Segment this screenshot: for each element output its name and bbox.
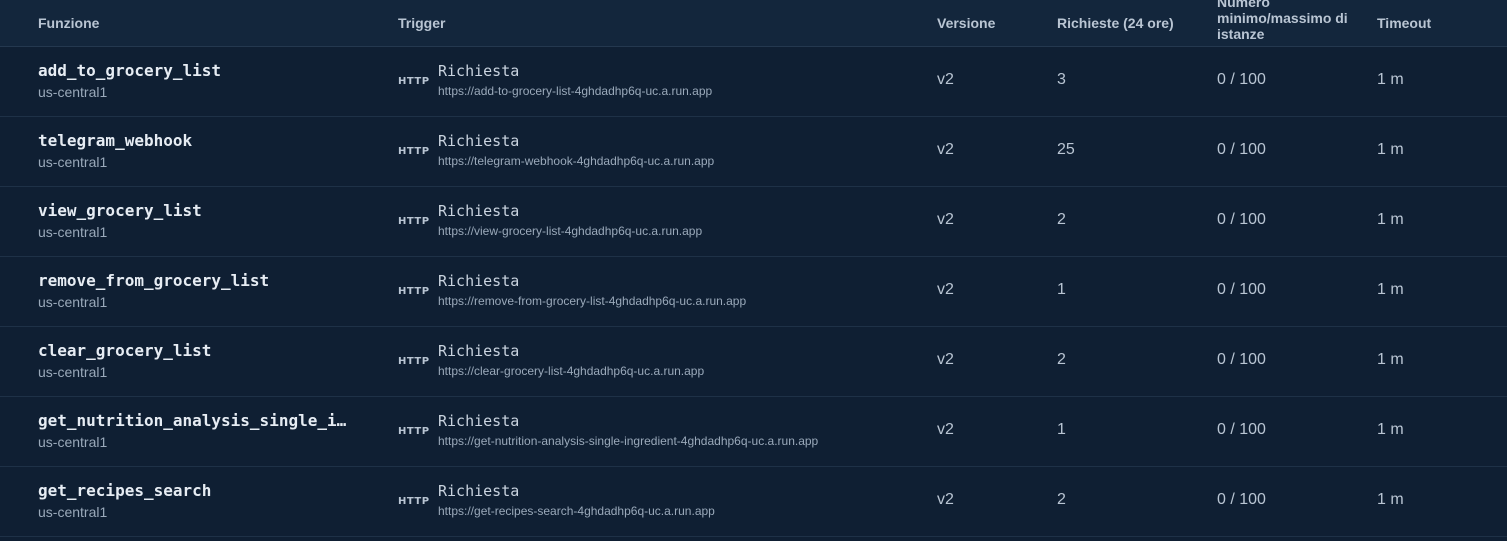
function-region: us-central1: [38, 434, 108, 450]
column-header-versione[interactable]: Versione: [937, 0, 995, 46]
column-header-richieste[interactable]: Richieste (24 ore): [1057, 0, 1174, 46]
trigger-url-link[interactable]: https://view-grocery-list-4ghdadhp6q-uc.…: [438, 224, 702, 238]
function-region: us-central1: [38, 294, 108, 310]
function-name-link[interactable]: add_to_grocery_list: [38, 61, 368, 80]
trigger-url-link[interactable]: https://remove-from-grocery-list-4ghdadh…: [438, 294, 746, 308]
trigger-url-link[interactable]: https://clear-grocery-list-4ghdadhp6q-uc…: [438, 364, 704, 378]
timeout-value: 1 m: [1377, 281, 1404, 298]
trigger-type: Richiesta: [438, 272, 520, 290]
http-badge-icon: HTTP: [398, 356, 430, 367]
http-badge-icon: HTTP: [398, 216, 430, 227]
timeout-value: 1 m: [1377, 421, 1404, 438]
timeout-value: 1 m: [1377, 71, 1404, 88]
instances-value: 0 / 100: [1217, 421, 1266, 438]
requests-value: 25: [1057, 141, 1075, 158]
function-region: us-central1: [38, 504, 108, 520]
function-name-link[interactable]: clear_grocery_list: [38, 341, 368, 360]
table-row[interactable]: add_to_grocery_list us-central1 HTTP Ric…: [0, 47, 1507, 117]
table-row[interactable]: clear_grocery_list us-central1 HTTP Rich…: [0, 327, 1507, 397]
table-row[interactable]: telegram_webhook us-central1 HTTP Richie…: [0, 117, 1507, 187]
table-row[interactable]: view_grocery_list us-central1 HTTP Richi…: [0, 187, 1507, 257]
trigger-url-link[interactable]: https://telegram-webhook-4ghdadhp6q-uc.a…: [438, 154, 714, 168]
version-value: v2: [937, 351, 954, 368]
http-badge-icon: HTTP: [398, 76, 430, 87]
requests-value: 2: [1057, 351, 1066, 368]
instances-value: 0 / 100: [1217, 351, 1266, 368]
table-row[interactable]: get_nutrition_analysis_single_i… us-cent…: [0, 397, 1507, 467]
function-name-link[interactable]: get_nutrition_analysis_single_i…: [38, 411, 368, 430]
requests-value: 1: [1057, 421, 1066, 438]
requests-value: 2: [1057, 211, 1066, 228]
http-badge-icon: HTTP: [398, 496, 430, 507]
version-value: v2: [937, 421, 954, 438]
instances-value: 0 / 100: [1217, 281, 1266, 298]
column-header-istanze[interactable]: Numero minimo/massimo di istanze: [1217, 0, 1357, 42]
trigger-type: Richiesta: [438, 342, 520, 360]
column-header-funzione[interactable]: Funzione: [38, 0, 99, 46]
http-badge-icon: HTTP: [398, 146, 430, 157]
function-region: us-central1: [38, 154, 108, 170]
trigger-type: Richiesta: [438, 482, 520, 500]
instances-value: 0 / 100: [1217, 491, 1266, 508]
timeout-value: 1 m: [1377, 211, 1404, 228]
function-name-link[interactable]: remove_from_grocery_list: [38, 271, 368, 290]
version-value: v2: [937, 491, 954, 508]
function-name-link[interactable]: telegram_webhook: [38, 131, 368, 150]
instances-value: 0 / 100: [1217, 71, 1266, 88]
table-header: Funzione Trigger Versione Richieste (24 …: [0, 0, 1507, 47]
table-row[interactable]: remove_from_grocery_list us-central1 HTT…: [0, 257, 1507, 327]
trigger-type: Richiesta: [438, 132, 520, 150]
function-region: us-central1: [38, 364, 108, 380]
column-header-timeout[interactable]: Timeout: [1377, 0, 1431, 46]
instances-value: 0 / 100: [1217, 211, 1266, 228]
version-value: v2: [937, 141, 954, 158]
requests-value: 1: [1057, 281, 1066, 298]
http-badge-icon: HTTP: [398, 426, 430, 437]
function-name-link[interactable]: get_recipes_search: [38, 481, 368, 500]
timeout-value: 1 m: [1377, 141, 1404, 158]
trigger-type: Richiesta: [438, 412, 520, 430]
requests-value: 2: [1057, 491, 1066, 508]
function-name-link[interactable]: view_grocery_list: [38, 201, 368, 220]
table-row[interactable]: get_recipes_search us-central1 HTTP Rich…: [0, 467, 1507, 537]
trigger-type: Richiesta: [438, 202, 520, 220]
function-region: us-central1: [38, 84, 108, 100]
timeout-value: 1 m: [1377, 491, 1404, 508]
version-value: v2: [937, 281, 954, 298]
column-header-trigger[interactable]: Trigger: [398, 0, 445, 46]
functions-table: Funzione Trigger Versione Richieste (24 …: [0, 0, 1507, 541]
requests-value: 3: [1057, 71, 1066, 88]
trigger-url-link[interactable]: https://get-nutrition-analysis-single-in…: [438, 434, 818, 448]
timeout-value: 1 m: [1377, 351, 1404, 368]
trigger-url-link[interactable]: https://add-to-grocery-list-4ghdadhp6q-u…: [438, 84, 712, 98]
trigger-url-link[interactable]: https://get-recipes-search-4ghdadhp6q-uc…: [438, 504, 715, 518]
trigger-type: Richiesta: [438, 62, 520, 80]
version-value: v2: [937, 211, 954, 228]
instances-value: 0 / 100: [1217, 141, 1266, 158]
version-value: v2: [937, 71, 954, 88]
http-badge-icon: HTTP: [398, 286, 430, 297]
function-region: us-central1: [38, 224, 108, 240]
